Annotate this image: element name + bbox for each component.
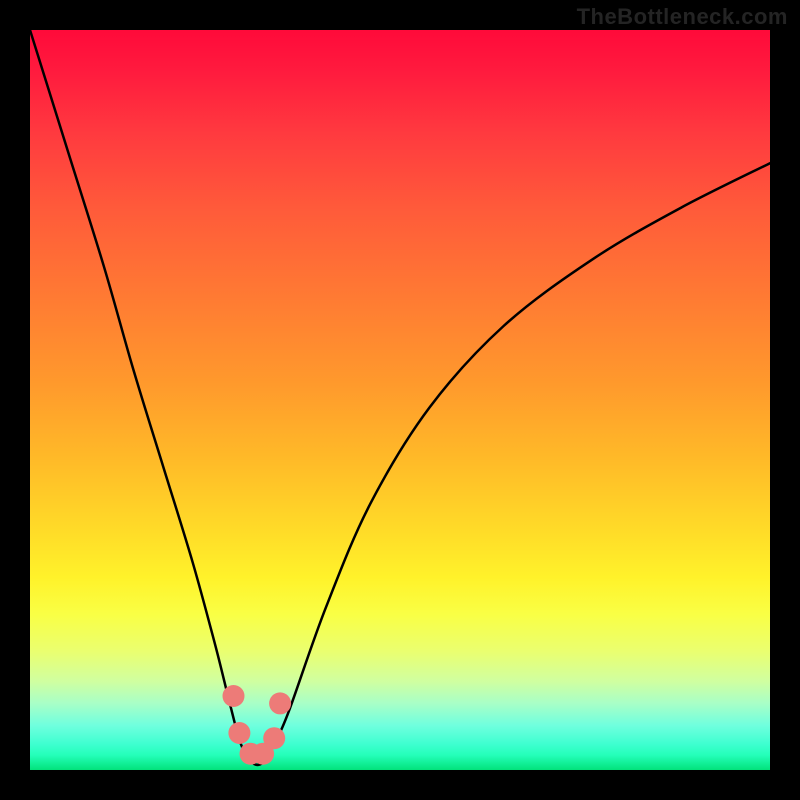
curve-layer xyxy=(30,30,770,770)
valley-marker xyxy=(228,722,250,744)
valley-marker xyxy=(223,685,245,707)
valley-marker xyxy=(263,727,285,749)
valley-marker xyxy=(269,692,291,714)
chart-container: TheBottleneck.com xyxy=(0,0,800,800)
valley-markers xyxy=(223,685,292,765)
bottleneck-curve xyxy=(30,30,770,765)
plot-area xyxy=(30,30,770,770)
attribution-label: TheBottleneck.com xyxy=(577,4,788,30)
